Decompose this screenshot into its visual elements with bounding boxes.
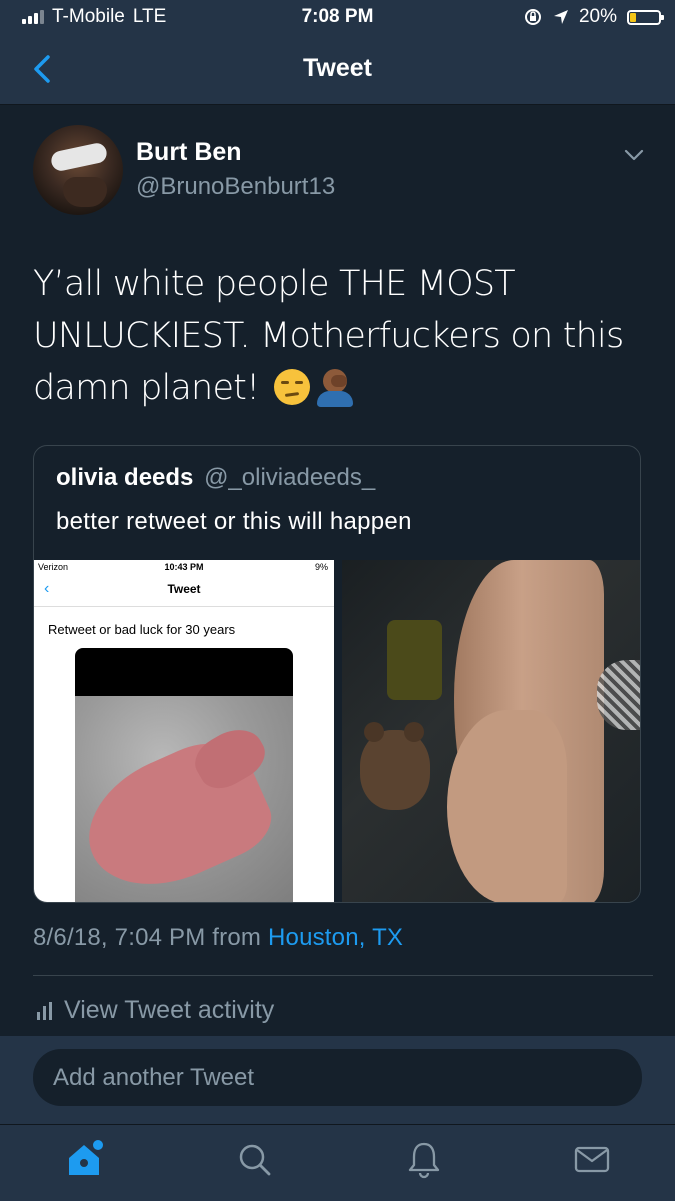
quote-author-handle: @_oliviadeeds_: [204, 464, 376, 491]
battery-fill: [630, 12, 636, 22]
reply-input[interactable]: Add another Tweet: [33, 1049, 642, 1106]
reply-bar: Add another Tweet: [0, 1036, 675, 1124]
tweet-author[interactable]: Burt Ben @BrunoBenburt13: [136, 138, 335, 201]
unamused-face-icon: [273, 369, 310, 405]
person-facepalming-icon: [314, 369, 356, 407]
foot-photo: [75, 648, 293, 902]
screenshot-text: Retweet or bad luck for 30 years: [48, 622, 236, 637]
quote-text: better retweet or this will happen: [56, 508, 412, 535]
avatar[interactable]: [33, 125, 123, 215]
divider: [33, 975, 653, 976]
page-title: Tweet: [303, 54, 372, 82]
teddy-bear: [360, 722, 430, 810]
battery-percent: 20%: [578, 6, 617, 27]
messages-icon[interactable]: [572, 1139, 612, 1179]
timestamp-text: 8/6/18, 7:04 PM from: [33, 924, 262, 951]
battery-icon: [627, 9, 664, 25]
quoted-tweet[interactable]: olivia deeds @_oliviadeeds_ better retwe…: [33, 445, 641, 903]
tweet-timestamp: 8/6/18, 7:04 PM from Houston, TX: [33, 924, 403, 952]
quote-media-photo[interactable]: [342, 560, 640, 902]
chevron-down-icon[interactable]: [622, 143, 646, 167]
search-icon[interactable]: [234, 1139, 274, 1179]
activity-label: View Tweet activity: [64, 996, 275, 1024]
screenshot-time: 10:43 PM: [164, 562, 204, 572]
author-handle: @BrunoBenburt13: [136, 173, 336, 200]
tweet-text: Y’all white people THE MOST UNLUCKIEST. …: [33, 258, 643, 414]
rotation-lock-icon: [524, 9, 541, 25]
notifications-icon[interactable]: [404, 1139, 444, 1179]
analytics-icon: [37, 1001, 52, 1020]
view-activity-button[interactable]: View Tweet activity: [37, 996, 274, 1025]
screenshot-battery: 9%: [314, 562, 328, 572]
navigation-bar: Tweet: [0, 36, 675, 105]
author-name: Burt Ben: [136, 138, 242, 166]
quote-media-screenshot[interactable]: Verizon 10:43 PM 9% ‹ Tweet Retweet or b…: [34, 560, 334, 902]
status-bar: T-Mobile LTE 7:08 PM 20%: [0, 0, 675, 36]
location-arrow-icon: [553, 10, 568, 24]
screenshot-title: Tweet: [167, 582, 201, 596]
tab-bar: [0, 1124, 675, 1201]
home-icon[interactable]: [64, 1139, 104, 1179]
quote-author-name: olivia deeds: [56, 464, 194, 491]
location-link[interactable]: Houston, TX: [268, 924, 403, 951]
